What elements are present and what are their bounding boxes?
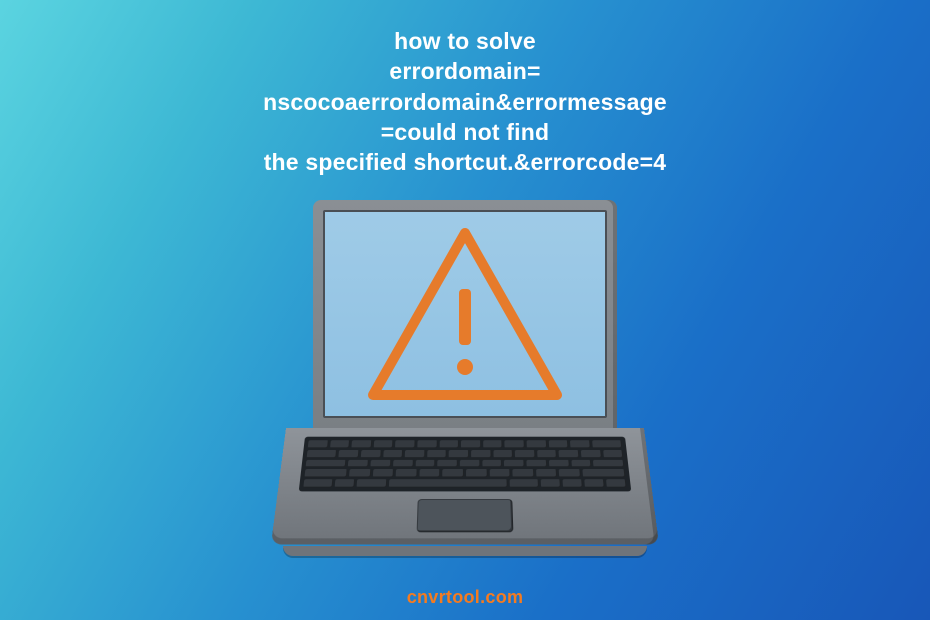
title-line-2: errordomain= xyxy=(115,56,815,86)
title-line-4: =could not find xyxy=(115,117,815,147)
laptop-screen xyxy=(323,210,607,418)
laptop-trackpad xyxy=(417,499,514,532)
title-line-5: the specified shortcut.&errorcode=4 xyxy=(115,147,815,177)
laptop-deck xyxy=(271,428,659,544)
laptop-illustration xyxy=(250,200,680,556)
laptop-lid xyxy=(313,200,617,430)
laptop-front-edge xyxy=(283,546,647,556)
warning-triangle-icon xyxy=(365,227,565,402)
title-text: how to solve errordomain= nscocoaerrordo… xyxy=(115,26,815,178)
footer-credit: cnvrtool.com xyxy=(407,587,524,608)
laptop-keyboard xyxy=(299,437,632,492)
title-line-1: how to solve xyxy=(115,26,815,56)
title-line-3: nscocoaerrordomain&errormessage xyxy=(115,87,815,117)
